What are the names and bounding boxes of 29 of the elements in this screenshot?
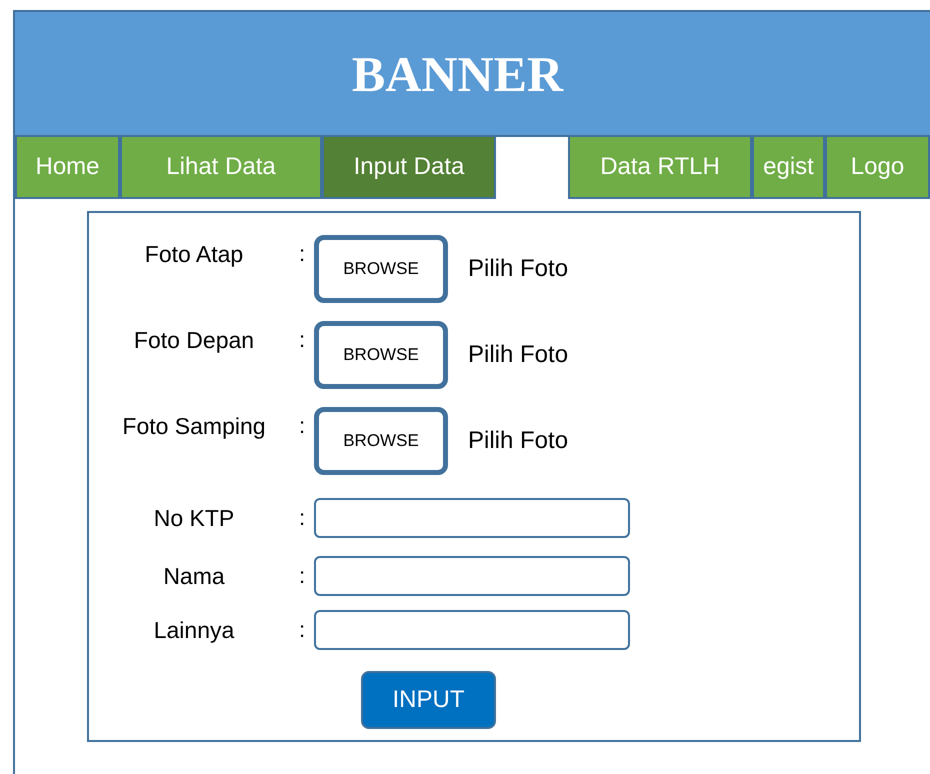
nav-tab[interactable]: Input Data xyxy=(322,137,496,199)
colon: : xyxy=(299,240,306,267)
browse-button[interactable]: BROWSE xyxy=(314,321,448,389)
banner-title: BANNER xyxy=(352,44,564,102)
colon: : xyxy=(299,617,306,643)
field-label: Foto Samping xyxy=(121,412,267,440)
input-field[interactable] xyxy=(314,556,630,596)
file-hint: Pilih Foto xyxy=(468,341,568,369)
nav-tab[interactable]: Home xyxy=(15,137,120,199)
input-field[interactable] xyxy=(314,498,630,538)
field-label: Lainnya xyxy=(152,616,236,644)
colon: : xyxy=(299,326,306,353)
field-label: Foto Depan xyxy=(132,326,256,354)
file-hint: Pilih Foto xyxy=(468,255,568,283)
browse-button[interactable]: BROWSE xyxy=(314,235,448,303)
input-button[interactable]: INPUT xyxy=(361,671,496,729)
colon: : xyxy=(299,563,306,589)
field-label: Nama xyxy=(162,562,226,590)
nav-tab[interactable]: egist xyxy=(752,137,825,199)
input-field[interactable] xyxy=(314,610,630,650)
field-label: No KTP xyxy=(152,504,236,532)
file-hint: Pilih Foto xyxy=(468,427,568,455)
colon: : xyxy=(299,505,306,531)
colon: : xyxy=(299,412,306,439)
nav-tab[interactable]: Lihat Data xyxy=(120,137,322,199)
field-label: Foto Atap xyxy=(144,240,244,268)
browse-button[interactable]: BROWSE xyxy=(314,407,448,475)
nav-tab[interactable]: Data RTLH xyxy=(568,137,752,199)
nav-tab[interactable]: Logo xyxy=(825,137,930,199)
